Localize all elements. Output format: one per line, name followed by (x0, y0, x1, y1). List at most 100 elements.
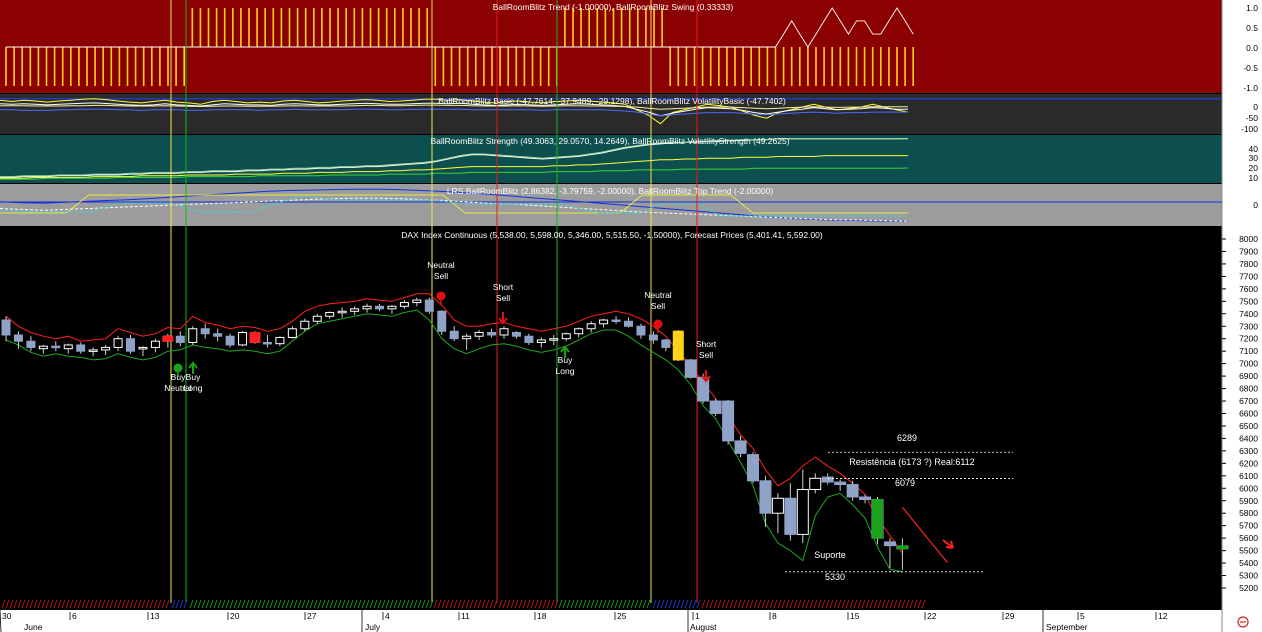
day-label: 27 (307, 611, 317, 621)
trend-tick-label: -1.0 (1243, 83, 1258, 93)
price-tick-label: 7500 (1239, 296, 1258, 306)
basic-tick-label: 0 (1253, 102, 1258, 112)
day-label: 12 (1158, 611, 1168, 621)
day-label: 1 (695, 611, 700, 621)
month-july: July (365, 622, 381, 632)
month-august: August (690, 622, 717, 632)
price-tick-label: 5800 (1239, 508, 1258, 518)
candle-body (387, 305, 397, 310)
candle-body (51, 345, 61, 349)
highlight-candle (872, 499, 883, 539)
candle-body (449, 330, 459, 340)
price-tick-label: 6300 (1239, 446, 1258, 456)
price-tick-label: 6000 (1239, 483, 1258, 493)
day-label: 20 (230, 611, 240, 621)
candle-body (275, 336, 285, 345)
signal-label: Buy (186, 372, 201, 382)
highlight-candle (249, 331, 261, 343)
basic-panel-title: BallRoomBlitz Basic (-47.7614, -37.9489,… (438, 96, 786, 106)
price-tick-label: 7400 (1239, 309, 1258, 319)
candle-body (13, 334, 23, 342)
candle-body (200, 328, 210, 335)
candle-body (38, 345, 48, 350)
day-label: 5 (1080, 611, 1085, 621)
candle-body (474, 331, 484, 337)
price-tick-label: 5300 (1239, 571, 1258, 581)
trend-tick-label: -0.5 (1243, 63, 1258, 73)
strength-panel-title: BallRoomBlitz Strength (49.3063, 29.0570… (430, 136, 789, 146)
candle-body (175, 335, 185, 343)
day-label: 4 (385, 611, 390, 621)
candle-body (784, 497, 797, 535)
day-label: 8 (772, 611, 777, 621)
candle-body (63, 344, 73, 350)
candle-body (188, 328, 198, 343)
signal-label: Buy (558, 355, 573, 365)
candle-body (821, 476, 834, 483)
day-label: 13 (150, 611, 160, 621)
lrs-panel-title: LRS BallRoomBlitz (2.86382, -3.79759, -2… (447, 186, 773, 196)
signal-label: Neutral (644, 290, 672, 300)
highlight-candle (672, 330, 684, 361)
price-tick-label: 7900 (1239, 246, 1258, 256)
candle-body (859, 496, 872, 501)
candle-body (549, 338, 559, 341)
candle-body (722, 400, 735, 442)
signal-label: Short (493, 282, 514, 292)
candle-body (437, 310, 447, 332)
candle-body (574, 328, 584, 335)
candle-body (225, 335, 235, 346)
signal-label: Sell (699, 350, 713, 360)
candle-body (462, 335, 472, 340)
signal-label: Short (696, 339, 717, 349)
candle-body (300, 320, 310, 330)
candle-body (636, 325, 646, 336)
trend-tick-label: 1.0 (1246, 3, 1258, 13)
candle-body (287, 328, 297, 338)
candle-body (586, 323, 596, 330)
day-label: 11 (461, 611, 470, 621)
price-tick-label: 6100 (1239, 471, 1258, 481)
candle-body (1, 319, 11, 336)
candle-body (325, 312, 335, 317)
candle-body (126, 338, 135, 352)
signal-label: Buy (171, 372, 186, 382)
basic-tick-label: -50 (1246, 113, 1259, 123)
candle-body (499, 328, 509, 336)
candle-body (337, 310, 347, 314)
candle-body (624, 320, 633, 327)
candle-body (424, 299, 434, 312)
signal-label: Long (556, 366, 575, 376)
candle-body (362, 305, 372, 310)
candle-body (561, 333, 571, 340)
price-panel (0, 229, 1222, 619)
candle-body (796, 489, 809, 535)
candle-body (684, 359, 697, 378)
resistance-label: Resistência (6173 ?) Real:6112 (849, 457, 974, 467)
highlight-candle (896, 545, 908, 550)
candle-body (375, 305, 384, 310)
signal-circle-icon (436, 291, 446, 301)
price-tick-label: 5900 (1239, 496, 1258, 506)
strength-tick-label: 30 (1249, 153, 1259, 163)
signal-label: Neutral (427, 260, 455, 270)
highlight-candle (162, 335, 174, 342)
price-tick-label: 5200 (1239, 583, 1258, 593)
trend-panel (0, 0, 1222, 93)
price-tick-label: 6700 (1239, 396, 1258, 406)
price-tick-label: 5400 (1239, 558, 1258, 568)
day-label: 18 (537, 611, 547, 621)
candle-body (536, 339, 546, 343)
candle-body (661, 339, 671, 348)
price-tick-label: 6600 (1239, 409, 1258, 419)
level-6289-label: 6289 (897, 433, 917, 443)
candle-body (747, 454, 759, 482)
candle-body (238, 331, 248, 346)
candle-body (611, 319, 621, 323)
day-label: 30 (2, 611, 12, 621)
price-tick-label: 7600 (1239, 284, 1258, 294)
price-tick-label: 7800 (1239, 259, 1258, 269)
lrs-tick-label: 0 (1253, 200, 1258, 210)
price-tick-label: 7000 (1239, 359, 1258, 369)
price-tick-label: 5500 (1239, 546, 1258, 556)
